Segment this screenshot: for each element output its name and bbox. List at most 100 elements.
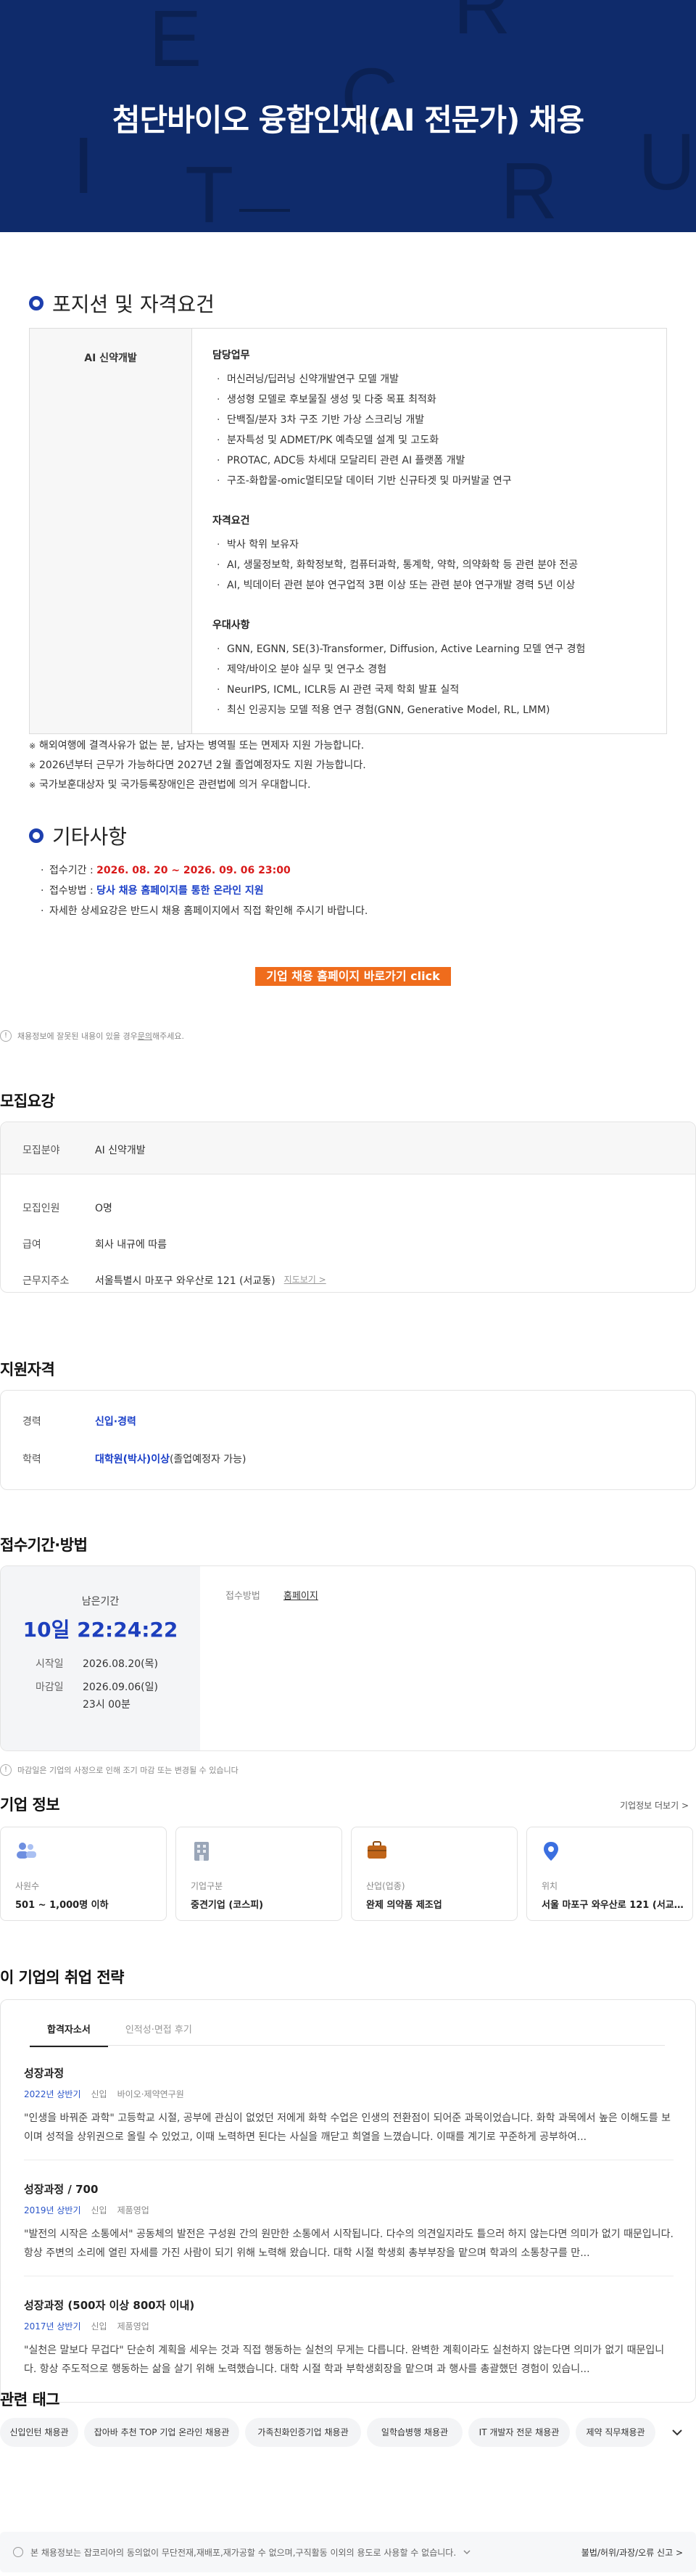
preferred-item: GNN, EGNN, SE(3)-Transformer, Diffusion,… bbox=[212, 639, 646, 659]
story-item[interactable]: 성장과정 / 700 2019년 상반기 신입 제품영업 "발전의 시작은 소통에서… bbox=[24, 2181, 674, 2263]
tags-title: 관련 태그 bbox=[0, 2391, 60, 2408]
preferred-item: NeurIPS, ICML, ICLR등 AI 관련 국제 학회 발표 실적 bbox=[212, 680, 646, 700]
report-link[interactable]: 불법/허위/과장/오류 신고 > bbox=[581, 2546, 683, 2559]
requirement-item: AI, 빅데이터 관련 분야 연구업적 3편 이상 또는 관련 분야 연구개발 … bbox=[212, 575, 646, 596]
salary-value: 회사 내규에 따름 bbox=[95, 1239, 167, 1251]
headcount-value: O명 bbox=[95, 1203, 112, 1214]
story-item[interactable]: 성장과정 2022년 상반기 신입 바이오·제약연구원 "인생을 바꿔준 과학" 고… bbox=[24, 2065, 674, 2147]
info-card-employees: 사원수 501 ~ 1,000명 이하 bbox=[0, 1827, 167, 1921]
duty-item: 단백질/분자 3차 구조 기반 가상 스크리닝 개발 bbox=[212, 410, 646, 430]
position-details: 담당업무 머신러닝/딥러닝 신약개발연구 모델 개발 생성형 모델로 후보물질 … bbox=[192, 329, 666, 733]
method-link[interactable]: 홈페이지 bbox=[283, 1588, 318, 1602]
info-circle-icon: ! bbox=[0, 1764, 12, 1776]
note-item: 2026년부터 근무가 가능하다면 2027년 2월 졸업예정자도 지원 가능합… bbox=[29, 756, 366, 775]
preferred-item: 최신 인공지능 모델 적용 연구 경험(GNN, Generative Mode… bbox=[212, 700, 646, 720]
tab-cover-letters[interactable]: 합격자소서 bbox=[30, 2022, 108, 2047]
duty-item: 생성형 모델로 후보물질 생성 및 다중 목표 최적화 bbox=[212, 390, 646, 410]
requirement-item: AI, 생물정보학, 화학정보학, 컴퓨터과학, 통계학, 약학, 의약화학 등… bbox=[212, 555, 646, 575]
note-item: 해외여행에 결격사유가 없는 분, 남자는 병역필 또는 면제자 지원 가능합니… bbox=[29, 736, 366, 756]
hero-ghost-line bbox=[239, 209, 290, 212]
story-item[interactable]: 성장과정 (500자 이상 800자 이내) 2017년 상반기 신입 제품영업 "… bbox=[24, 2297, 674, 2379]
period-title: 접수기간·방법 bbox=[0, 1536, 88, 1554]
deadline-notice: ! 마감일은 기업의 사정으로 인해 조기 마감 또는 변경될 수 있습니다 bbox=[0, 1764, 239, 1776]
strategy-tabs: 합격자소서 인적성·면접 후기 bbox=[30, 2022, 210, 2047]
etc-list: 접수기간 : 2026. 08. 20 ~ 2026. 09. 06 23:00… bbox=[41, 860, 368, 921]
page-title: 첨단바이오 융합인재(AI 전문가) 채용 bbox=[112, 102, 584, 138]
tag-chip[interactable]: 가족친화인증기업 채용관 bbox=[245, 2418, 361, 2447]
strategy-title: 이 기업의 취업 전략 bbox=[0, 1969, 125, 1986]
company-type-value: 중견기업 (코스피) bbox=[191, 1900, 264, 1911]
summary-title: 모집요강 bbox=[0, 1092, 55, 1110]
note-item: 국가보훈대상자 및 국가등록장애인은 관련법에 의거 우대합니다. bbox=[29, 775, 366, 795]
info-circle-icon: ! bbox=[0, 1030, 12, 1042]
qualification-card: 경력 신입·경력 학력 대학원(박사)이상 (졸업예정자 가능) bbox=[0, 1390, 696, 1490]
requirement-item: 박사 학위 보유자 bbox=[212, 535, 646, 555]
briefcase-icon bbox=[368, 1841, 386, 1859]
end-time: 23시 00분 bbox=[83, 1699, 130, 1711]
chevron-down-icon[interactable] bbox=[463, 2549, 471, 2555]
receipt-period-value: 2026. 08. 20 ~ 2026. 09. 06 23:00 bbox=[96, 865, 291, 876]
info-circle-icon bbox=[13, 2547, 23, 2557]
tab-divider bbox=[30, 2045, 665, 2046]
tag-chip[interactable]: 신입인턴 채용관 bbox=[0, 2418, 78, 2447]
story-excerpt: "실천은 말보다 무겁다" 단순히 계획을 세우는 것과 직접 행동하는 실천의… bbox=[24, 2345, 665, 2375]
position-table: AI 신약개발 담당업무 머신러닝/딥러닝 신약개발연구 모델 개발 생성형 모… bbox=[29, 328, 667, 734]
company-title: 기업 정보 bbox=[0, 1796, 60, 1814]
info-card-location: 위치 서울 마포구 와우산로 121 (서교동) bbox=[526, 1827, 693, 1921]
tag-chip[interactable]: 잡아바 추천 TOP 기업 온라인 채용관 bbox=[84, 2418, 239, 2447]
start-date-row: 시작일 2026.08.20(목) bbox=[36, 1656, 158, 1671]
hero-ghost-letter: E bbox=[149, 0, 202, 83]
summary-card: 모집분야 AI 신약개발 모집인원 O명 급여 회사 내규에 따름 근무지주소 서울특별… bbox=[0, 1122, 696, 1293]
info-card-industry: 산업(업종) 완제 의약품 제조업 bbox=[351, 1827, 518, 1921]
location-value: 서울특별시 마포구 와우산로 121 (서교동) bbox=[95, 1275, 276, 1287]
tag-chip[interactable]: IT 개발자 전문 채용관 bbox=[468, 2418, 570, 2447]
company-more-link[interactable]: 기업정보 더보기 > bbox=[620, 1799, 689, 1811]
inquiry-link[interactable]: 문의 bbox=[138, 1030, 152, 1042]
strategy-card: 합격자소서 인적성·면접 후기 성장과정 2022년 상반기 신입 바이오·제약연구… bbox=[0, 1999, 696, 2403]
career-row: 경력 신입·경력 bbox=[22, 1414, 136, 1428]
education-row: 학력 대학원(박사)이상 (졸업예정자 가능) bbox=[22, 1452, 246, 1466]
posting-notes: 해외여행에 결격사유가 없는 분, 남자는 병역필 또는 면제자 지원 가능합니… bbox=[29, 736, 366, 795]
receipt-period: 접수기간 : 2026. 08. 20 ~ 2026. 09. 06 23:00 bbox=[41, 860, 368, 881]
duty-item: 분자특성 및 ADMET/PK 예측모델 설계 및 고도화 bbox=[212, 430, 646, 450]
field-row: 모집분야 AI 신약개발 bbox=[22, 1143, 146, 1157]
report-error-notice: ! 채용정보에 잘못된 내용이 있을 경우 문의 해주세요. bbox=[0, 1030, 184, 1042]
preferred-block: 우대사항 GNN, EGNN, SE(3)-Transformer, Diffu… bbox=[212, 617, 646, 720]
footer-notice: 본 채용정보는 잡코리아의 동의없이 무단전재,재배포,재가공할 수 없으며,구… bbox=[30, 2547, 457, 2558]
duties-title: 담당업무 bbox=[212, 350, 250, 361]
industry-value: 완제 의약품 제조업 bbox=[366, 1900, 442, 1911]
company-homepage-button[interactable]: 기업 채용 홈페이지 바로가기 click bbox=[255, 967, 451, 986]
footer-notice-bar: 본 채용정보는 잡코리아의 동의없이 무단전재,재배포,재가공할 수 없으며,구… bbox=[0, 2532, 696, 2572]
chevron-down-icon[interactable] bbox=[671, 2428, 683, 2437]
remaining-label: 남은기간 bbox=[81, 1596, 120, 1608]
building-icon bbox=[194, 1842, 209, 1861]
end-date-row: 마감일 2026.09.06(일) bbox=[36, 1679, 158, 1694]
remaining-countdown: 10일 22:24:22 bbox=[22, 1618, 178, 1642]
section-title: 기타사항 bbox=[52, 825, 128, 849]
career-value: 신입·경력 bbox=[95, 1416, 136, 1428]
tag-chip[interactable]: 제약 직무채용관 bbox=[576, 2418, 655, 2447]
field-value: AI 신약개발 bbox=[95, 1145, 146, 1156]
requirements-block: 자격요건 박사 학위 보유자 AI, 생물정보학, 화학정보학, 컴퓨터과학, … bbox=[212, 513, 646, 596]
duty-item: PROTAC, ADC등 차세대 모달리티 관련 AI 플랫폼 개발 bbox=[212, 450, 646, 471]
requirements-title: 자격요건 bbox=[212, 515, 250, 527]
detail-note: 자세한 상세요강은 반드시 채용 홈페이지에서 직접 확인해 주시기 바랍니다. bbox=[41, 901, 368, 921]
hero-ghost-letter: R bbox=[500, 147, 558, 232]
period-card: 남은기간 10일 22:24:22 시작일 2026.08.20(목) 마감일 20… bbox=[0, 1565, 696, 1751]
tag-chip[interactable]: 일학습병행 채용관 bbox=[367, 2418, 463, 2447]
receipt-method: 접수방법 : 당사 채용 홈페이지를 통한 온라인 지원 bbox=[41, 881, 368, 901]
people-icon bbox=[17, 1843, 36, 1859]
section-heading: 포지션 및 자격요건 bbox=[29, 289, 215, 318]
preferred-title: 우대사항 bbox=[212, 620, 250, 631]
ring-bullet-icon bbox=[29, 296, 44, 310]
map-link[interactable]: 지도보기 > bbox=[284, 1273, 326, 1288]
end-time-row: 23시 00분 bbox=[36, 1697, 130, 1711]
start-date: 2026.08.20(목) bbox=[83, 1658, 158, 1670]
tab-interview-reviews[interactable]: 인적성·면접 후기 bbox=[108, 2022, 210, 2047]
location-pin-icon bbox=[544, 1842, 558, 1861]
hero-banner: E R C I U T R 첨단바이오 융합인재(AI 전문가) 채용 bbox=[0, 0, 696, 232]
story-excerpt: "인생을 바꿔준 과학" 고등학교 시절, 공부에 관심이 없었던 저에게 화학… bbox=[24, 2112, 671, 2143]
education-value: 대학원(박사)이상 bbox=[95, 1454, 170, 1465]
preferred-item: 제약/바이오 분야 실무 및 연구소 경험 bbox=[212, 659, 646, 680]
method-row: 접수방법 홈페이지 bbox=[225, 1588, 318, 1602]
